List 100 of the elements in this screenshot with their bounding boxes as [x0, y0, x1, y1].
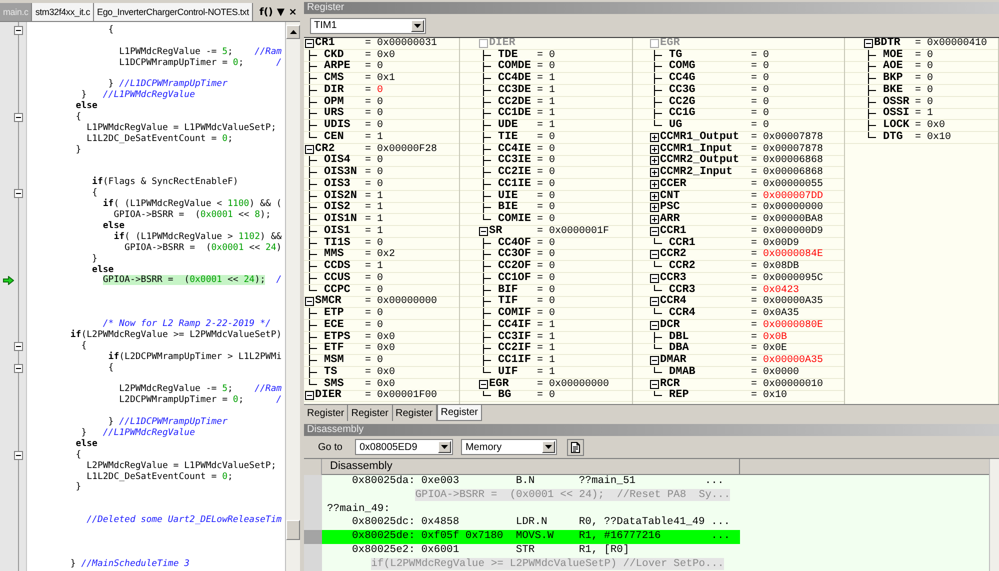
register-value: = 0x00000000: [537, 378, 610, 390]
expand-icon[interactable]: [650, 180, 659, 189]
expand-icon[interactable]: [650, 203, 659, 212]
vertical-scrollbar[interactable]: [285, 22, 300, 571]
register-value: = 0x000000D9: [751, 226, 824, 237]
caret-icon: [441, 445, 448, 449]
panel-tab[interactable]: Register: [436, 405, 482, 421]
code-line: {: [92, 188, 98, 198]
field-name: UDIS: [324, 120, 350, 132]
collapse-icon[interactable]: [305, 144, 314, 154]
expand-icon[interactable]: [650, 215, 659, 224]
memory-dropdown[interactable]: Memory: [461, 439, 558, 455]
register-value: = 0x0000095C: [751, 272, 824, 284]
code-line: if( (L1PWMdcRegValue < 1100) && (: [102, 199, 282, 210]
file-tab[interactable]: Ego_InverterChargerControl-NOTES.txt: [94, 3, 253, 21]
collapse-icon[interactable]: [650, 320, 659, 330]
file-tab[interactable]: stm32f4xx_it.c: [32, 3, 94, 21]
field-name: UDE: [498, 120, 518, 132]
dropdown-button[interactable]: ▼: [276, 6, 285, 18]
field-name: DBL: [669, 332, 689, 343]
register-value: = 0: [365, 308, 384, 320]
field-name: CEN: [324, 132, 344, 143]
register-value: = 0x10: [915, 132, 952, 143]
code-line: L1PWMdcRegValue = L1PWMdcValueSetP;: [86, 123, 276, 134]
register-value: = 0: [537, 214, 556, 226]
scrollbar-thumb[interactable]: [286, 520, 300, 540]
panel-title: Disassembly: [304, 424, 999, 436]
register-value: = 1: [537, 320, 556, 331]
header-cell: [304, 459, 322, 475]
collapse-icon[interactable]: [305, 297, 314, 306]
field-name: CC3IE: [498, 155, 532, 166]
register-value: = 1: [365, 202, 384, 214]
collapse-icon[interactable]: [650, 380, 659, 389]
column-header[interactable]: Disassembly: [322, 459, 740, 475]
field-name: TG: [669, 50, 682, 61]
register-value: = 1: [537, 84, 556, 96]
collapse-icon[interactable]: [305, 38, 314, 48]
collapse-icon[interactable]: [305, 391, 314, 400]
disassembly-line[interactable]: 0x80025dc: 0x4858 LDR.N R0, ??DataTable41_49 ...: [322, 516, 740, 530]
close-button[interactable]: ×: [288, 6, 297, 18]
field-name: CCR1: [669, 238, 696, 249]
register-value: = 0x00001F00: [365, 390, 438, 402]
register-value: = 0: [537, 61, 556, 72]
expand-icon[interactable]: [650, 144, 659, 154]
register-value: = 0x0B: [751, 332, 788, 343]
expand-icon[interactable]: [650, 168, 659, 178]
register-value: = 0: [365, 178, 384, 190]
address-field[interactable]: 0x08005ED9: [355, 439, 454, 455]
collapse-icon[interactable]: [14, 113, 23, 122]
register-name: CCR1: [660, 226, 686, 237]
collapse-icon[interactable]: [864, 38, 873, 48]
expand-icon[interactable]: [650, 132, 659, 142]
field-name: LOCK: [883, 120, 910, 132]
code-line: {: [108, 362, 114, 373]
collapse-icon[interactable]: [650, 274, 659, 283]
register-value: = 0: [365, 320, 384, 331]
register-value: = 0: [751, 73, 770, 84]
peripheral-dropdown[interactable]: TIM1: [310, 18, 426, 34]
register-value: = 0x00000A35: [751, 296, 824, 308]
collapse-icon[interactable]: [650, 250, 659, 260]
field-name: MOE: [883, 50, 903, 61]
collapse-icon[interactable]: [650, 226, 659, 236]
register-value: = 0x00006868: [751, 167, 824, 178]
code-line: L2PWMdcRegValue = L1PWMdcValueSetP;: [86, 460, 276, 471]
collapse-icon[interactable]: [14, 26, 23, 35]
field-name: CC2IF: [498, 343, 532, 354]
code-line: L1L2DC_DeSatEventCount = 0;: [86, 472, 233, 482]
collapse-icon[interactable]: [14, 342, 23, 351]
register-value: = 0: [537, 167, 556, 178]
collapse-icon[interactable]: [479, 226, 488, 236]
disassembly-line[interactable]: 0x80025da: 0xe003 B.N ??main_51 ...: [322, 475, 740, 489]
field-name: UIF: [498, 366, 518, 378]
expand-icon[interactable]: [650, 192, 659, 201]
register-value: = 0x00D9: [751, 238, 800, 249]
register-value: = 1: [537, 120, 556, 132]
field-name: CC4IE: [498, 144, 532, 155]
register-name: CCMR1_Input: [660, 144, 733, 155]
register-value: = 1: [365, 190, 384, 202]
register-value: = 0x00000000: [365, 296, 438, 308]
collapse-icon[interactable]: [14, 189, 23, 198]
code-line: if( (L1PWMdcRegValue > 1102) &&: [114, 232, 282, 242]
vertical-scrollbar[interactable]: [989, 459, 999, 571]
collapse-icon[interactable]: [650, 297, 659, 306]
field-name: CC1IF: [498, 355, 532, 366]
field-name: OIS2: [324, 202, 350, 214]
register-name: CCR3: [660, 272, 686, 284]
field-name: CC4IF: [498, 320, 532, 331]
field-name: AOE: [883, 61, 903, 72]
scroll-up-icon[interactable]: [290, 30, 296, 34]
collapse-icon[interactable]: [479, 380, 488, 389]
collapse-icon[interactable]: [14, 450, 23, 460]
function-list-button[interactable]: f(): [259, 6, 273, 18]
field-name: OIS1: [324, 226, 350, 237]
collapse-icon[interactable]: [650, 356, 659, 366]
field-name: CC1DE: [498, 108, 532, 120]
document-button[interactable]: [567, 438, 584, 456]
collapse-icon[interactable]: [14, 364, 23, 373]
code-line: else: [76, 101, 98, 112]
expand-icon[interactable]: [650, 156, 659, 166]
disassembly-line[interactable]: 0x80025e2: 0x6001 STR R1, [R0]: [322, 544, 740, 558]
